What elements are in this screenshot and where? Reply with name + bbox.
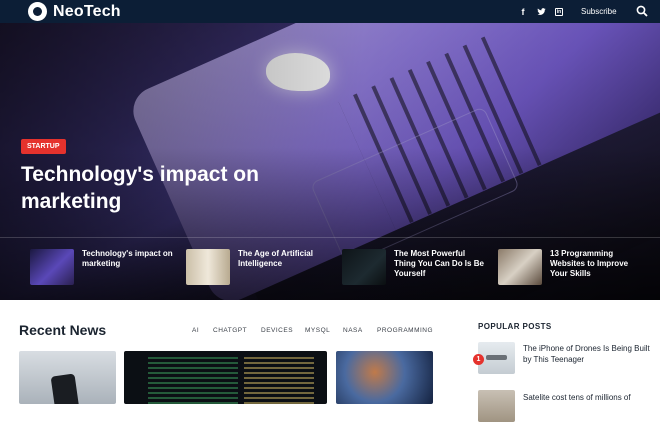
hero-post-list: Technology's impact on marketing The Age… xyxy=(0,237,660,300)
twitter-icon[interactable] xyxy=(534,0,548,23)
post-thumbnail xyxy=(498,249,542,285)
post-thumbnail xyxy=(342,249,386,285)
post-thumbnail xyxy=(30,249,74,285)
tag-chatgpt[interactable]: CHATGPT xyxy=(213,327,247,334)
linkedin-icon[interactable]: in xyxy=(552,0,566,23)
hero-list-item[interactable]: Technology's impact on marketing xyxy=(30,249,174,289)
popular-rank-badge: 1 xyxy=(473,354,484,365)
hero-list-item[interactable]: 13 Programming Websites to Improve Your … xyxy=(498,249,642,289)
tag-devices[interactable]: DEVICES xyxy=(261,327,293,334)
popular-post-title[interactable]: Satelite cost tens of millions of xyxy=(523,392,653,403)
news-card-image[interactable] xyxy=(19,351,116,404)
recent-news-heading: Recent News xyxy=(19,322,107,338)
post-title: The Most Powerful Thing You Can Do Is Be… xyxy=(394,249,484,278)
post-title: The Age of Artificial Intelligence xyxy=(238,249,313,268)
search-icon[interactable] xyxy=(636,5,648,17)
github-logo-icon xyxy=(28,2,47,21)
popular-post-thumbnail[interactable] xyxy=(478,390,515,422)
hero-list-item[interactable]: The Most Powerful Thing You Can Do Is Be… xyxy=(342,249,486,289)
hero-list-item[interactable]: The Age of Artificial Intelligence xyxy=(186,249,330,289)
post-title: 13 Programming Websites to Improve Your … xyxy=(550,249,629,278)
site-logo[interactable]: NeoTech xyxy=(28,0,121,23)
hero-title[interactable]: Technology's impact on marketing xyxy=(21,161,261,215)
post-thumbnail xyxy=(186,249,230,285)
category-badge[interactable]: STARTUP xyxy=(21,139,66,154)
news-card-image[interactable] xyxy=(336,351,433,404)
top-navbar: NeoTech f in Subscribe xyxy=(0,0,660,23)
tag-mysql[interactable]: MYSQL xyxy=(305,327,330,334)
popular-post-title[interactable]: The iPhone of Drones Is Being Built by T… xyxy=(523,343,653,365)
post-title: Technology's impact on marketing xyxy=(82,249,173,268)
facebook-icon[interactable]: f xyxy=(516,0,530,23)
popular-posts-heading: POPULAR POSTS xyxy=(478,322,552,331)
site-name: NeoTech xyxy=(53,2,121,20)
tag-programming[interactable]: PROGRAMMING xyxy=(377,327,433,334)
tag-ai[interactable]: AI xyxy=(192,327,199,334)
subscribe-link[interactable]: Subscribe xyxy=(581,0,617,23)
news-card-image[interactable] xyxy=(124,351,327,404)
tag-nasa[interactable]: NASA xyxy=(343,327,363,334)
